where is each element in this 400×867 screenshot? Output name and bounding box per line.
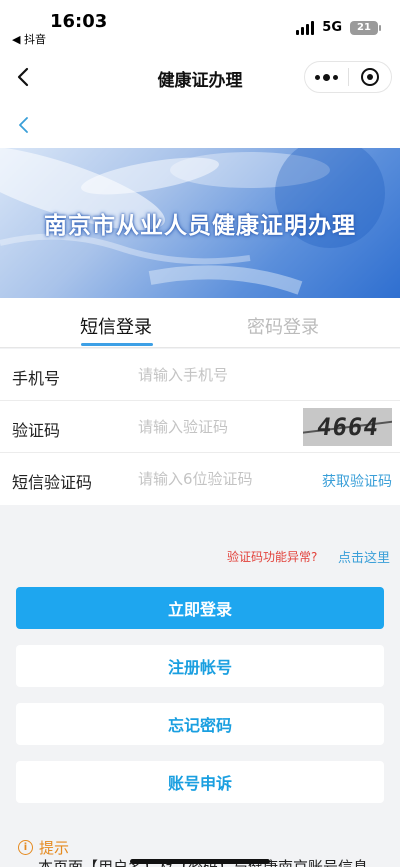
tip-label: 提示 xyxy=(39,839,70,857)
home-indicator xyxy=(130,859,270,864)
info-icon: i xyxy=(18,840,33,855)
hero-banner: 南京市从业人员健康证明办理 xyxy=(0,148,400,298)
login-tabs: 短信登录 密码登录 xyxy=(0,298,400,348)
tab-password-login[interactable]: 密码登录 xyxy=(247,313,319,339)
sub-nav-bar xyxy=(0,102,400,148)
captcha-input[interactable] xyxy=(138,413,298,441)
account-appeal-button[interactable]: 账号申诉 xyxy=(16,761,384,803)
phone-label: 手机号 xyxy=(12,369,61,388)
network-type: 5G xyxy=(322,20,342,35)
more-dots-icon[interactable] xyxy=(305,73,348,81)
status-bar: 16:03 ◀ 抖音 5G 21 xyxy=(0,0,400,52)
status-time: 16:03 xyxy=(50,11,108,32)
status-back-app[interactable]: ◀ 抖音 xyxy=(12,31,46,47)
captcha-image[interactable]: 4664 xyxy=(303,408,392,446)
get-code-button[interactable]: 获取验证码 xyxy=(322,471,392,491)
sms-code-label: 短信验证码 xyxy=(12,473,93,492)
sms-code-input[interactable] xyxy=(138,465,298,493)
cellular-signal-icon xyxy=(296,20,315,35)
captcha-row: 验证码 4664 xyxy=(0,401,400,453)
banner-title: 南京市从业人员健康证明办理 xyxy=(44,213,356,239)
captcha-help: 验证码功能异常? 点击这里 xyxy=(0,547,400,567)
status-indicators: 5G 21 xyxy=(296,20,381,35)
page-back-button[interactable] xyxy=(14,114,34,140)
sms-code-row: 短信验证码 获取验证码 xyxy=(0,453,400,505)
register-button[interactable]: 注册帐号 xyxy=(16,645,384,687)
chevron-left-icon xyxy=(19,117,28,133)
active-tab-indicator xyxy=(81,343,153,346)
close-mini-program-icon[interactable] xyxy=(348,68,391,86)
captcha-help-link[interactable]: 点击这里 xyxy=(338,547,390,566)
nav-bar: 健康证办理 xyxy=(0,52,400,102)
phone-row: 手机号 xyxy=(0,349,400,401)
captcha-error-text: 验证码功能异常? xyxy=(227,550,318,564)
login-form: 手机号 验证码 4664 短信验证码 获取验证码 xyxy=(0,349,400,505)
forgot-password-button[interactable]: 忘记密码 xyxy=(16,703,384,745)
login-button[interactable]: 立即登录 xyxy=(16,587,384,629)
captcha-label: 验证码 xyxy=(12,421,61,440)
captcha-text: 4664 xyxy=(314,413,381,441)
mini-program-capsule xyxy=(304,61,392,93)
battery-icon: 21 xyxy=(350,20,381,35)
phone-input[interactable] xyxy=(138,361,298,389)
tip-header: i 提示 xyxy=(18,837,69,858)
tab-sms-login[interactable]: 短信登录 xyxy=(80,313,152,339)
